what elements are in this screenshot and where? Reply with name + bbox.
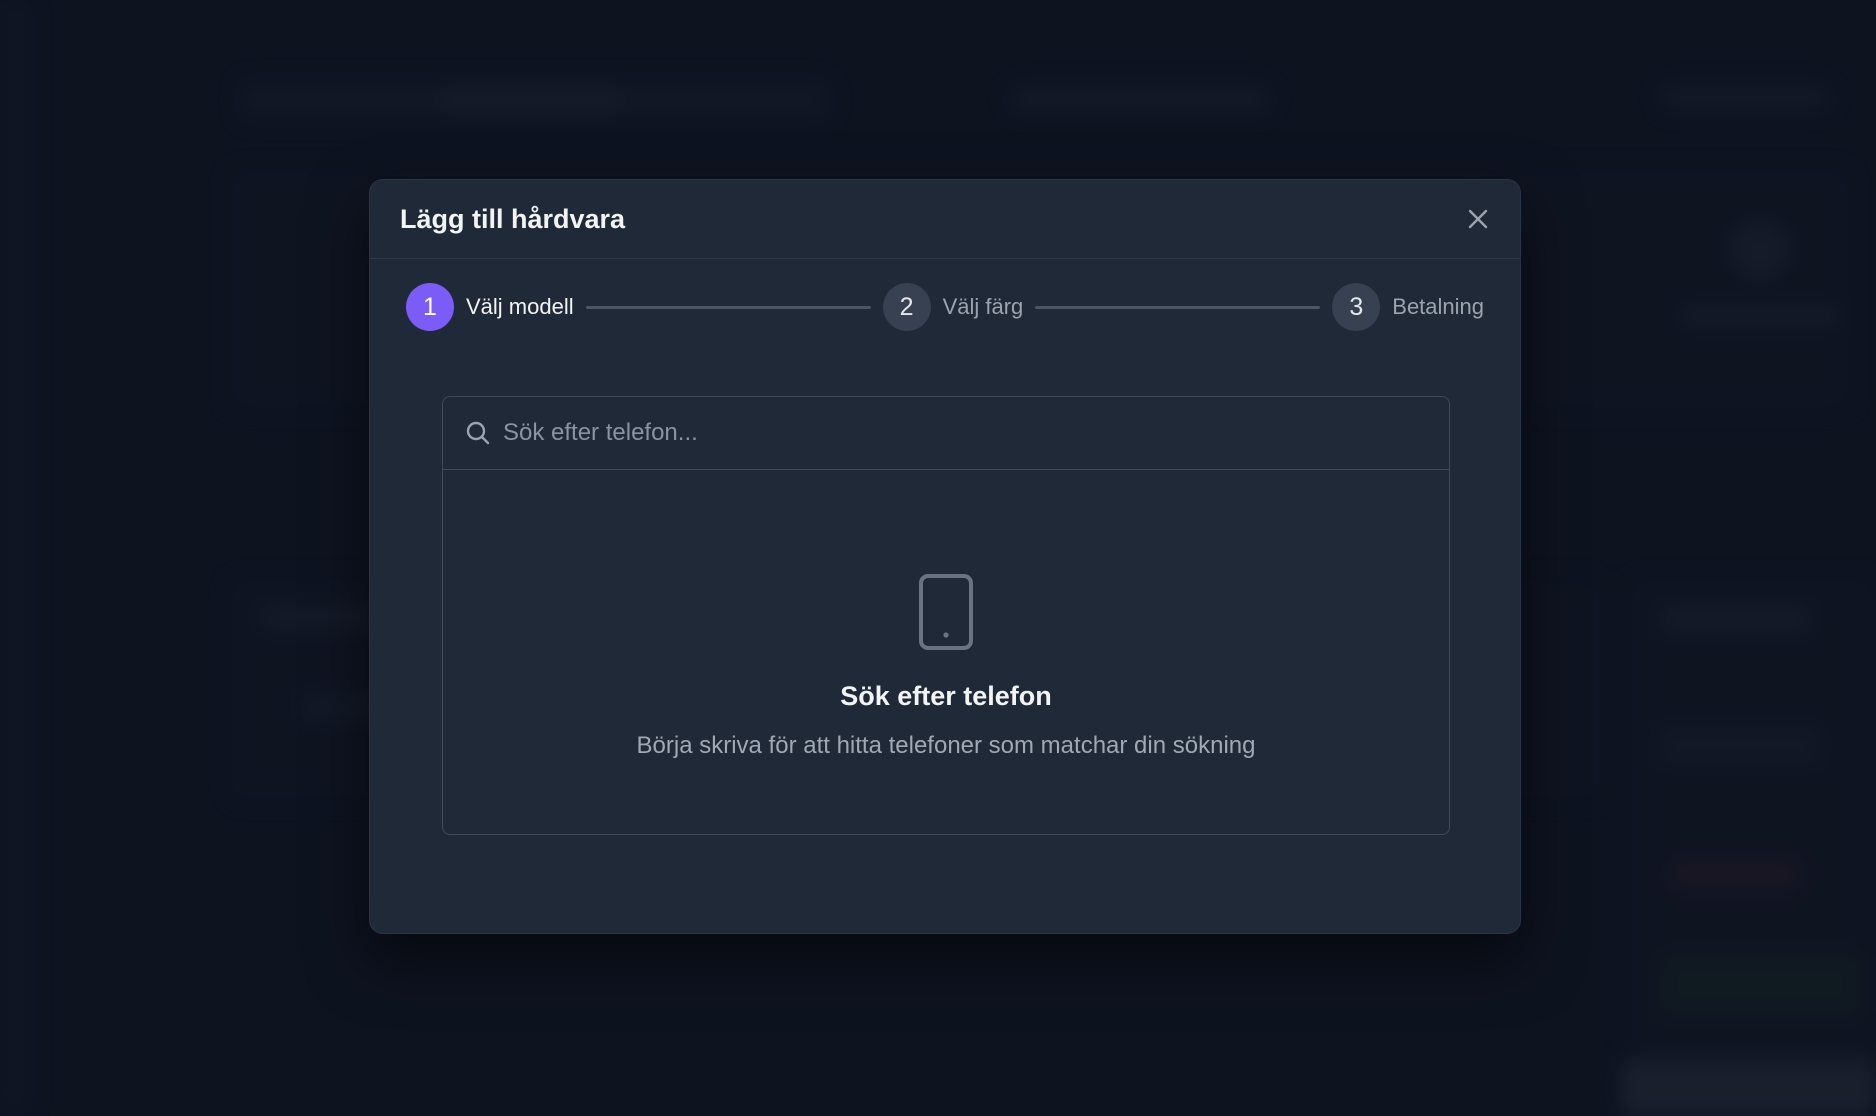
step-payment: 3 Betalning — [1332, 283, 1484, 331]
step-choose-color: 2 Välj färg — [882, 283, 1024, 331]
add-hardware-modal: Lägg till hårdvara 1 Välj modell 2 Välj … — [369, 179, 1521, 934]
phone-icon — [919, 574, 973, 650]
empty-state-description: Börja skriva för att hitta telefoner som… — [636, 732, 1256, 759]
stepper: 1 Välj modell 2 Välj färg 3 Betalning — [406, 282, 1484, 332]
modal-header: Lägg till hårdvara — [370, 180, 1520, 259]
step-connector — [1035, 305, 1321, 309]
empty-state-title: Sök efter telefon — [840, 681, 1052, 711]
modal-title: Lägg till hårdvara — [400, 203, 626, 234]
step-number: 2 — [882, 283, 931, 331]
empty-state: Sök efter telefon Börja skriva för att h… — [443, 470, 1449, 834]
step-number: 1 — [406, 283, 454, 331]
close-icon — [1468, 209, 1488, 229]
search-input[interactable] — [491, 397, 1449, 469]
step-label: Välj modell — [466, 294, 574, 319]
close-button[interactable] — [1458, 199, 1498, 239]
search-bar — [443, 397, 1449, 470]
step-number: 3 — [1332, 283, 1381, 331]
search-icon — [466, 421, 490, 445]
step-label: Välj färg — [942, 294, 1024, 319]
step-label: Betalning — [1392, 294, 1485, 319]
step-choose-model: 1 Välj modell — [406, 283, 574, 331]
phone-search-panel: Sök efter telefon Börja skriva för att h… — [442, 396, 1450, 835]
step-connector — [585, 305, 871, 309]
